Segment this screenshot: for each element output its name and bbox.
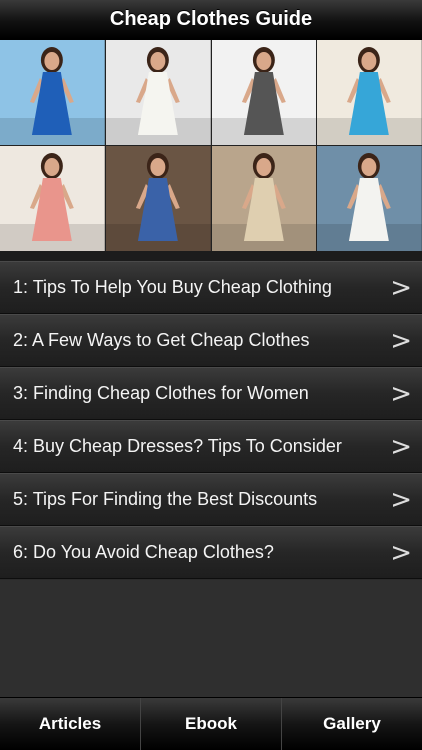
- article-title: 1: Tips To Help You Buy Cheap Clothing: [13, 277, 332, 297]
- photo-woman-shoe-store[interactable]: [105, 146, 211, 251]
- title-bar: Cheap Clothes Guide: [0, 0, 422, 40]
- photo-woman-white-dress-sea[interactable]: [317, 146, 422, 251]
- article-row-1[interactable]: 1: Tips To Help You Buy Cheap Clothing >: [0, 261, 422, 314]
- photo-woman-white-tank[interactable]: [105, 40, 211, 145]
- article-row-3[interactable]: 3: Finding Cheap Clothes for Women >: [0, 367, 422, 420]
- chevron-right-icon: >: [390, 537, 412, 568]
- photo-woman-blue-dress-beach[interactable]: [0, 40, 105, 145]
- article-title: 5: Tips For Finding the Best Discounts: [13, 489, 318, 509]
- article-row-2[interactable]: 2: A Few Ways to Get Cheap Clothes >: [0, 314, 422, 367]
- photo-gallery: [0, 40, 422, 251]
- article-title: 6: Do You Avoid Cheap Clothes?: [13, 542, 274, 562]
- article-title: 3: Finding Cheap Clothes for Women: [13, 383, 309, 403]
- photo-woman-beige-shirt[interactable]: [211, 146, 317, 251]
- chevron-right-icon: >: [390, 325, 412, 356]
- divider: [0, 251, 422, 261]
- photo-woman-pink-dress-room[interactable]: [0, 146, 105, 251]
- photo-woman-turquoise-dress[interactable]: [317, 40, 422, 145]
- tab-gallery[interactable]: Gallery: [282, 698, 422, 750]
- photo-woman-gray-dress[interactable]: [211, 40, 317, 145]
- article-row-4[interactable]: 4: Buy Cheap Dresses? Tips To Consider >: [0, 420, 422, 473]
- tab-articles[interactable]: Articles: [0, 698, 141, 750]
- chevron-right-icon: >: [390, 378, 412, 409]
- chevron-right-icon: >: [390, 272, 412, 303]
- article-row-6[interactable]: 6: Do You Avoid Cheap Clothes? >: [0, 526, 422, 579]
- chevron-right-icon: >: [390, 484, 412, 515]
- article-list: 1: Tips To Help You Buy Cheap Clothing >…: [0, 261, 422, 579]
- article-title: 4: Buy Cheap Dresses? Tips To Consider: [13, 436, 342, 456]
- chevron-right-icon: >: [390, 431, 412, 462]
- article-row-5[interactable]: 5: Tips For Finding the Best Discounts >: [0, 473, 422, 526]
- empty-area: [0, 580, 422, 697]
- tab-ebook[interactable]: Ebook: [141, 698, 282, 750]
- article-title: 2: A Few Ways to Get Cheap Clothes: [13, 330, 310, 350]
- page-title: Cheap Clothes Guide: [109, 8, 313, 30]
- tab-bar: Articles Ebook Gallery: [0, 697, 422, 750]
